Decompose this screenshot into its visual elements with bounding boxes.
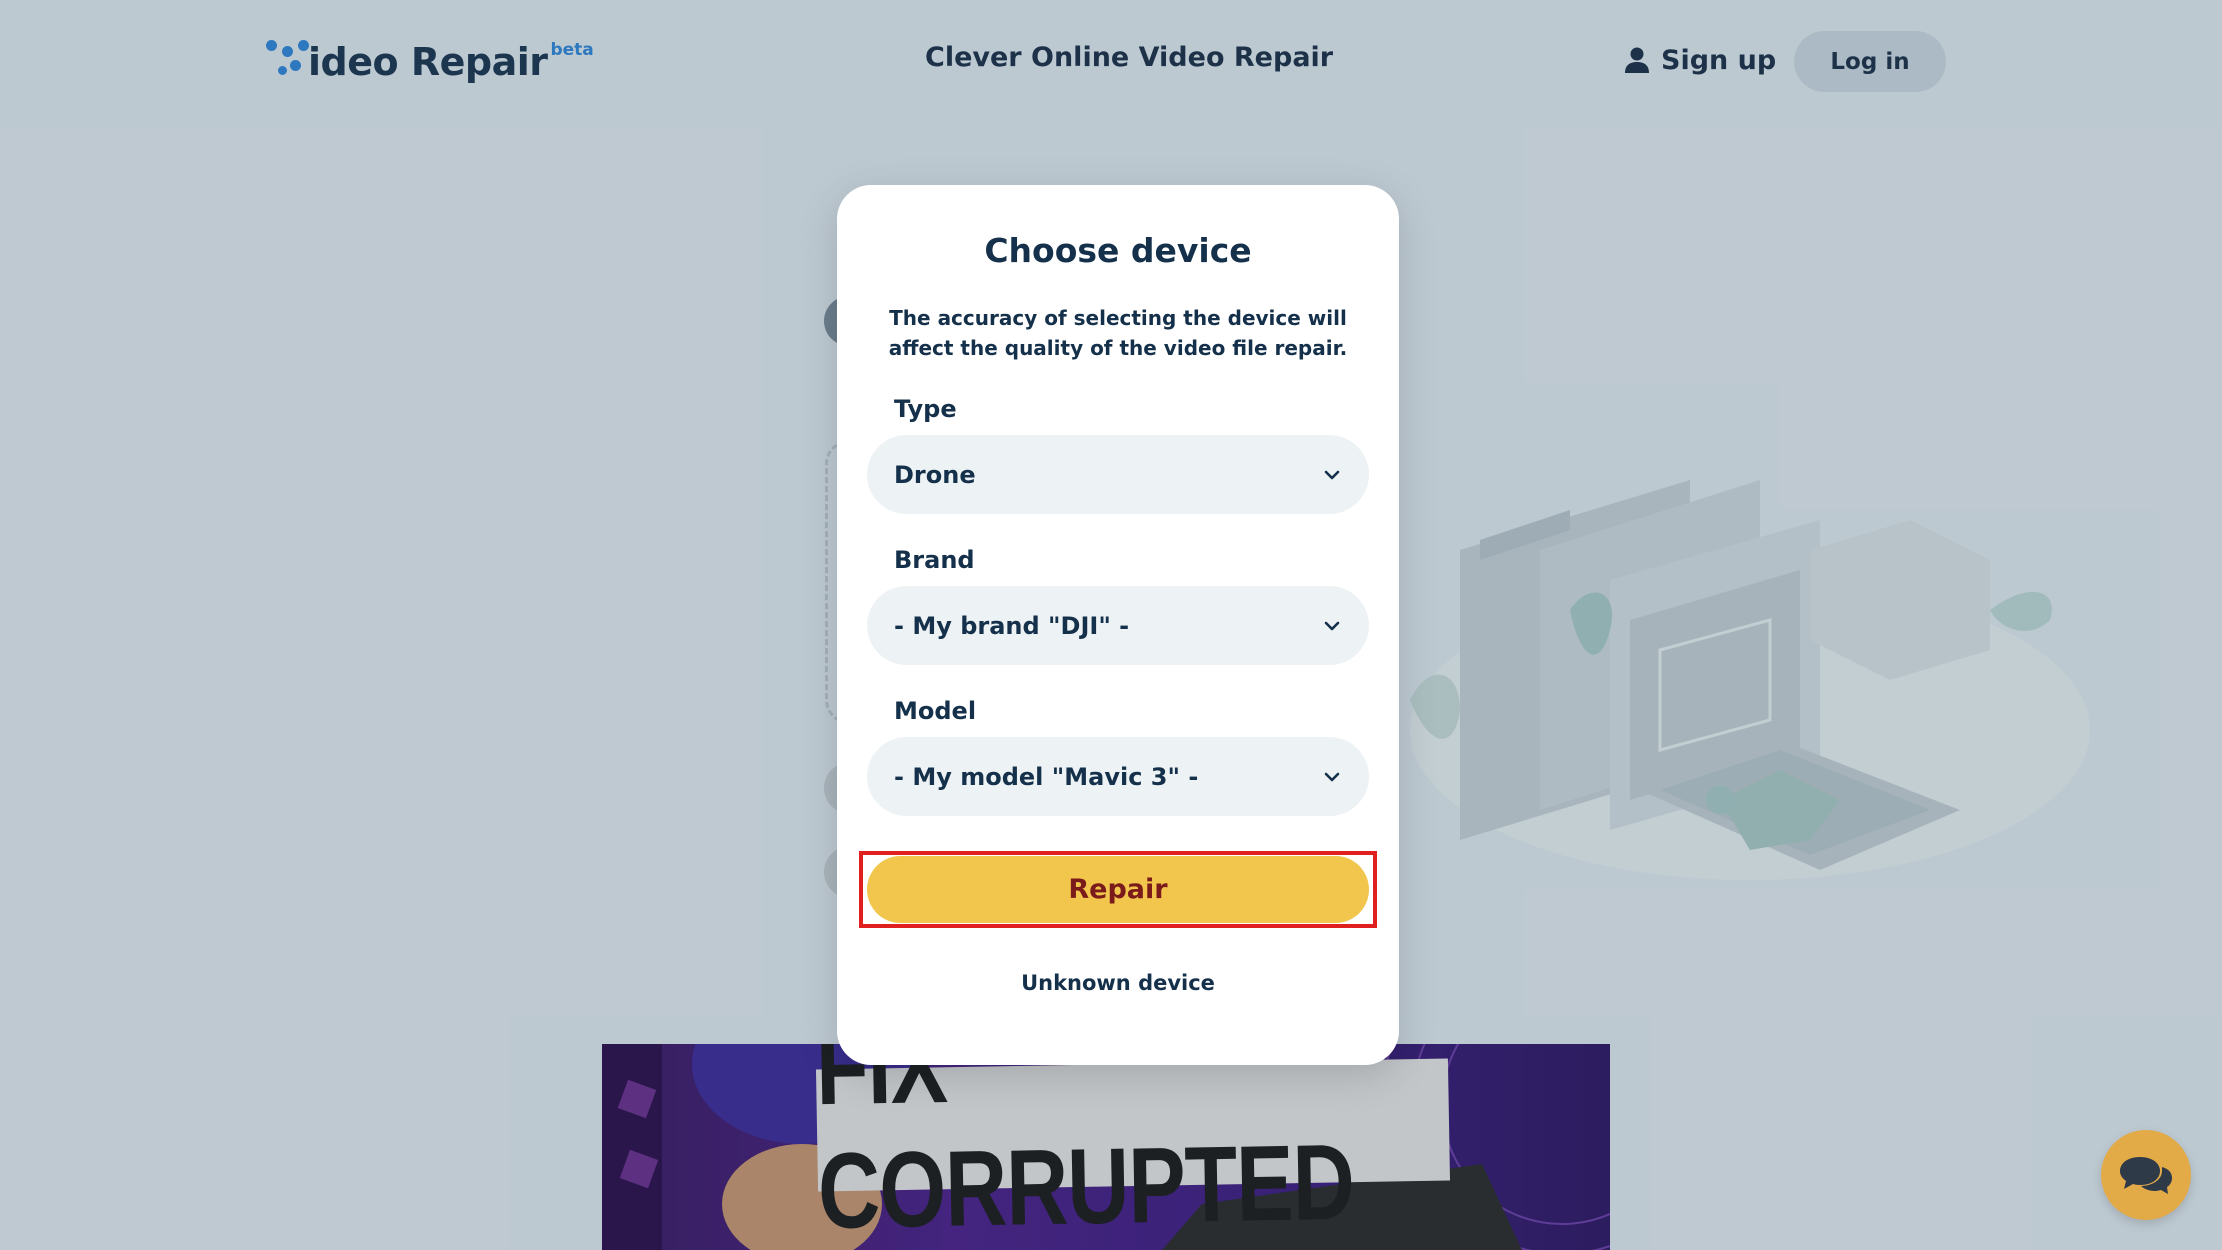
model-label: Model [894,697,977,725]
type-label: Type [894,395,957,423]
unknown-device-link[interactable]: Unknown device [837,971,1399,995]
model-select[interactable]: - My model "Mavic 3" - [867,737,1369,816]
chat-button[interactable] [2101,1130,2191,1220]
brand-select-value: - My brand "DJI" - [894,611,1130,640]
choose-device-modal: Choose device The accuracy of selecting … [837,185,1399,1065]
brand-select[interactable]: - My brand "DJI" - [867,586,1369,665]
modal-description: The accuracy of selecting the device wil… [888,306,1348,360]
brand-label: Brand [894,546,975,574]
repair-button[interactable]: Repair [867,856,1369,923]
chat-icon [2120,1157,2172,1194]
type-select[interactable]: Drone [867,435,1369,514]
chevron-down-icon [1324,621,1340,630]
chevron-down-icon [1324,772,1340,781]
modal-title: Choose device [984,231,1252,270]
chevron-down-icon [1324,470,1340,479]
model-select-value: - My model "Mavic 3" - [894,762,1199,791]
type-select-value: Drone [894,460,976,489]
